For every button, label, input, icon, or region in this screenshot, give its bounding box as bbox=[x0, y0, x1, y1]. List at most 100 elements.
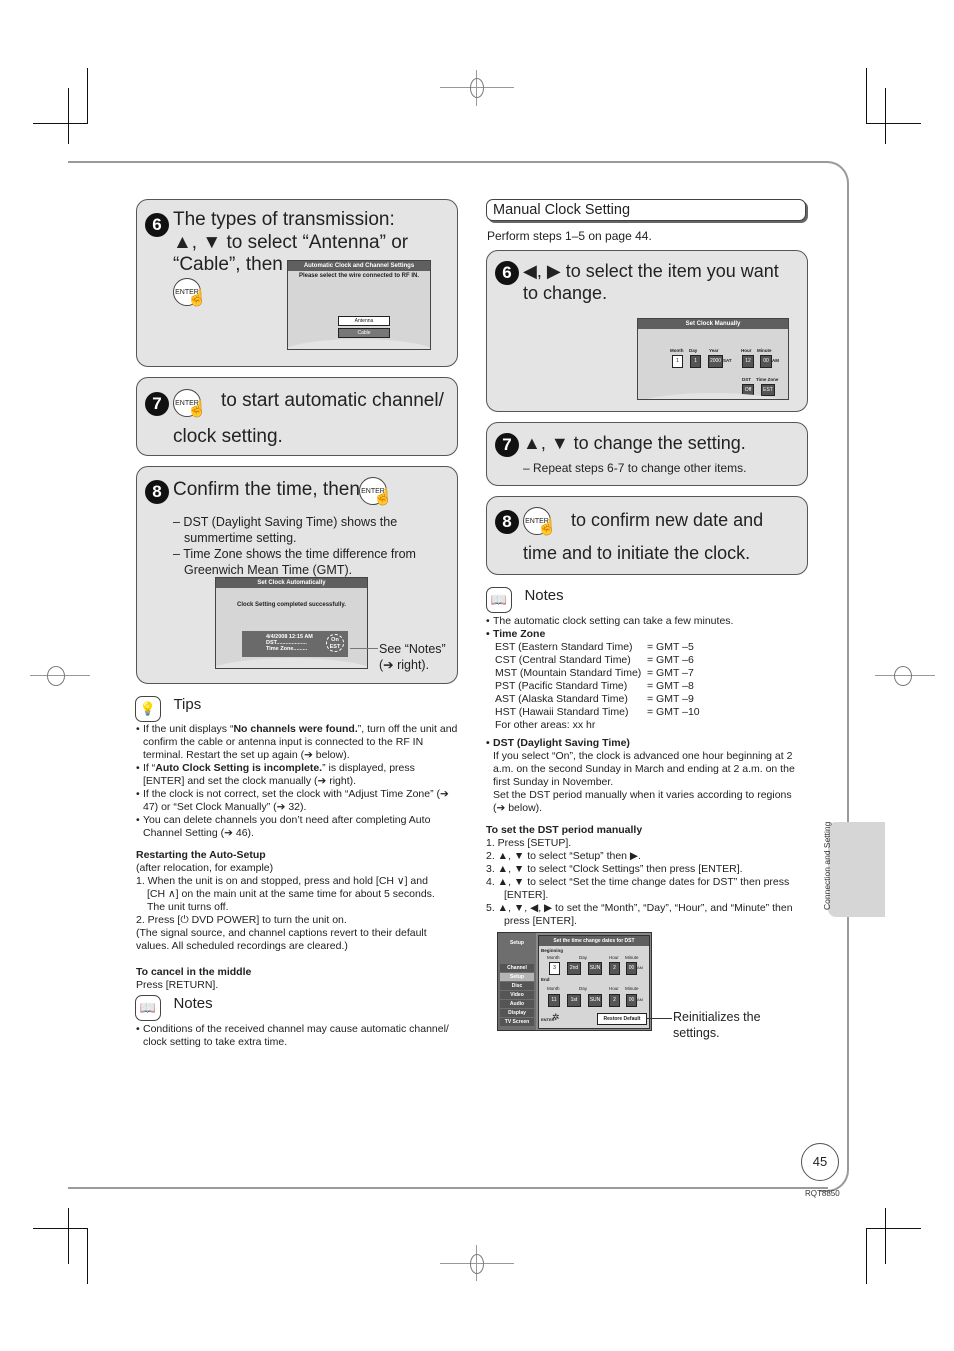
option-cable[interactable]: Cable bbox=[338, 328, 390, 338]
note-line: – DST (Daylight Saving Time) shows the bbox=[173, 515, 398, 529]
note-tz-heading: Time Zone bbox=[486, 628, 801, 641]
registration-mark bbox=[470, 1254, 484, 1274]
step-number: 7 bbox=[145, 392, 169, 416]
weekday: SAT bbox=[723, 358, 732, 363]
end-hour[interactable]: 2 bbox=[609, 994, 620, 1007]
step-number: 7 bbox=[495, 433, 519, 457]
lightbulb-icon: 💡 bbox=[135, 696, 161, 722]
step-text: to confirm new date and bbox=[571, 510, 764, 530]
callout-line-2: (➔ right). bbox=[379, 658, 430, 672]
begin-week[interactable]: 2nd bbox=[567, 962, 581, 975]
end-week[interactable]: 1st bbox=[567, 994, 581, 1007]
field-minute[interactable]: 00 bbox=[760, 355, 772, 368]
note-line: Greenwich Mean Time (GMT). bbox=[184, 563, 353, 577]
field-time-zone[interactable]: EST bbox=[761, 384, 775, 396]
step-8-manual-box: 8 ENTER ☝ to confirm new date and time an… bbox=[486, 496, 808, 575]
enter-button-icon: ENTER ☝ bbox=[359, 477, 393, 506]
tips-list: If the unit displays “No channels were f… bbox=[136, 723, 458, 840]
tz-row: HST (Hawaii Standard Time) = GMT –10 bbox=[495, 706, 700, 718]
osd-message: Please select the wire connected to RF I… bbox=[298, 273, 420, 279]
tz-row: CST (Central Standard Time) = GMT –6 bbox=[495, 654, 694, 666]
setup-menu-item[interactable]: Display bbox=[500, 1009, 534, 1017]
setup-menu-item[interactable]: Setup bbox=[500, 973, 534, 981]
begin-month[interactable]: 3 bbox=[549, 962, 560, 975]
crop-mark bbox=[87, 68, 88, 124]
begin-minute[interactable]: 00 bbox=[626, 962, 637, 975]
dst-manual-section: To set the DST period manually 1. Press … bbox=[486, 824, 804, 928]
label-day: Day bbox=[689, 348, 698, 353]
registration-mark bbox=[894, 666, 912, 686]
tz-row: PST (Pacific Standard Time) = GMT –8 bbox=[495, 680, 694, 692]
step-text: “Cable”, then bbox=[173, 254, 283, 275]
crop-mark bbox=[33, 123, 88, 124]
restart-line: 2. Press [⏻ DVD POWER] to turn the unit … bbox=[136, 914, 347, 926]
field-day[interactable]: 1 bbox=[690, 355, 701, 368]
end-minute[interactable]: 00 bbox=[626, 994, 637, 1007]
page-frame-top bbox=[68, 161, 828, 163]
dst-panel: Set the time change dates for DST Beginn… bbox=[538, 935, 650, 1029]
tip-item: You can delete channels you don’t need a… bbox=[136, 814, 458, 840]
crop-mark bbox=[866, 1228, 921, 1229]
setup-menu-item[interactable]: Channel bbox=[500, 964, 534, 972]
label-minute: Minute bbox=[625, 955, 639, 960]
end-ampm: AM bbox=[637, 997, 643, 1002]
book-icon: 📖 bbox=[486, 587, 512, 613]
begin-weekday[interactable]: SUN bbox=[588, 962, 602, 975]
step-text: time and to initiate the clock. bbox=[523, 543, 751, 563]
osd-set-clock-manually: Set Clock Manually Month Day Year Hour M… bbox=[637, 318, 789, 400]
option-antenna[interactable]: Antenna bbox=[338, 316, 390, 326]
setup-menu-item[interactable]: Video bbox=[500, 991, 534, 999]
book-icon: 📖 bbox=[135, 995, 161, 1021]
section-tab-label: Connection and Setting bbox=[822, 821, 832, 910]
setup-menu-item[interactable]: Audio bbox=[500, 1000, 534, 1008]
step-title: ▲, ▼ to change the setting. bbox=[523, 433, 746, 453]
crop-mark bbox=[866, 68, 867, 124]
step-text: ◀, ▶ to select the item you want bbox=[523, 261, 779, 281]
tz-table: EST (Eastern Standard Time) = GMT –5 CST … bbox=[486, 641, 801, 732]
crop-mark bbox=[68, 1208, 69, 1264]
cancel-text: Press [RETURN]. bbox=[136, 979, 219, 991]
enter-dial-icon: ✲ bbox=[552, 1012, 560, 1022]
restore-default-button[interactable]: Restore Default bbox=[597, 1013, 647, 1025]
notes-header-left: 📖 Notes bbox=[135, 995, 213, 1021]
tz-row: AST (Alaska Standard Time) = GMT –9 bbox=[495, 693, 694, 705]
crop-mark bbox=[68, 88, 69, 144]
osd-title: Set Clock Manually bbox=[638, 319, 788, 329]
step-sub: – Repeat steps 6-7 to change other items… bbox=[523, 461, 747, 475]
osd-wave bbox=[216, 658, 367, 668]
crop-mark bbox=[866, 1228, 867, 1284]
step-title: Confirm the time, then bbox=[173, 479, 360, 500]
label-dst: DST bbox=[742, 377, 751, 382]
notes-heading: Notes bbox=[524, 587, 564, 604]
tz-row: EST (Eastern Standard Time) = GMT –5 bbox=[495, 641, 694, 653]
enter-button-icon: ENTER ☝ bbox=[523, 507, 557, 536]
end-month[interactable]: 11 bbox=[548, 994, 560, 1007]
restart-line: values. All scheduled recordings are cle… bbox=[136, 940, 348, 952]
begin-hour[interactable]: 2 bbox=[609, 962, 620, 975]
label-month: Month bbox=[547, 955, 560, 960]
restart-line: 1. When the unit is on and stopped, pres… bbox=[136, 875, 428, 887]
osd-setup-dst: Setup Channel Setup Disc Video Audio Display T… bbox=[497, 932, 652, 1031]
document-code: RQT8850 bbox=[805, 1189, 840, 1198]
notes-list-left: Conditions of the received channel may c… bbox=[136, 1023, 454, 1049]
setup-menu-item[interactable]: TV Screen bbox=[500, 1018, 534, 1026]
field-year[interactable]: 2000 bbox=[708, 355, 723, 368]
field-hour[interactable]: 12 bbox=[742, 355, 754, 368]
ampm: AM bbox=[772, 358, 779, 363]
osd-message: Clock Setting completed successfully. bbox=[237, 602, 346, 608]
label-hour: Hour bbox=[609, 986, 619, 991]
setup-menu-item[interactable]: Disc bbox=[500, 982, 534, 990]
note-line: summertime setting. bbox=[184, 531, 297, 545]
field-month[interactable]: 1 bbox=[672, 355, 683, 368]
label-hour: Hour bbox=[741, 348, 752, 353]
registration-mark bbox=[470, 78, 484, 98]
step-7-manual-box: 7 ▲, ▼ to change the setting. – Repeat s… bbox=[486, 422, 808, 486]
step-notes: – DST (Daylight Saving Time) shows the s… bbox=[173, 514, 416, 578]
end-weekday[interactable]: SUN bbox=[588, 994, 602, 1007]
notes-header-right: 📖 Notes bbox=[486, 587, 564, 613]
cancel-heading: To cancel in the middle bbox=[136, 966, 252, 978]
tz-row: MST (Mountain Standard Time) = GMT –7 bbox=[495, 667, 694, 679]
crop-mark bbox=[866, 123, 921, 124]
label-hour: Hour bbox=[609, 955, 619, 960]
setup-menu-items: Channel Setup Disc Video Audio Display TV Scre… bbox=[500, 964, 534, 1027]
